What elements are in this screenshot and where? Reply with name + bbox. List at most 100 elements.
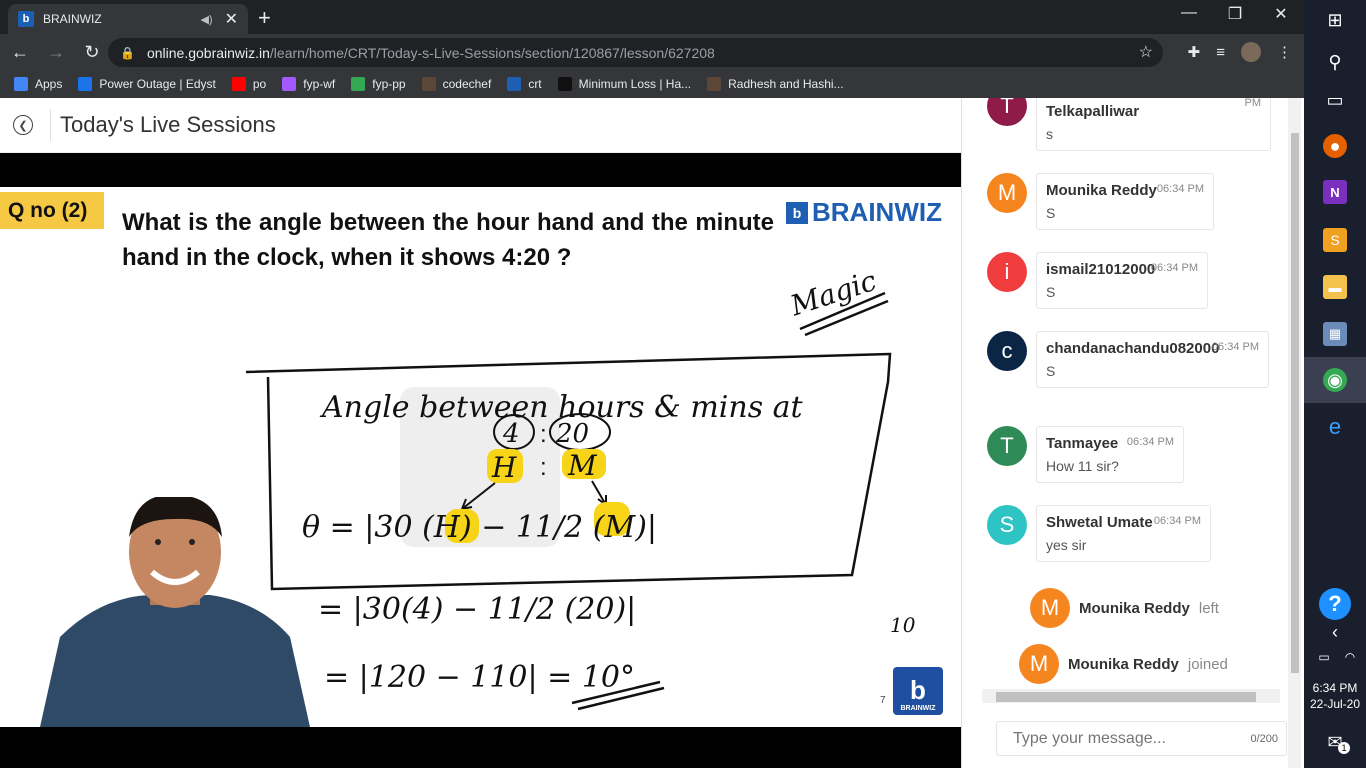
close-tab-icon[interactable]: ✕ [225,9,238,29]
edge-icon[interactable]: e [1323,414,1347,439]
speaker-icon[interactable]: ◀) [200,13,212,26]
back-icon[interactable]: ← [4,42,36,63]
tab-title: BRAINWIZ [43,12,102,26]
extension-area: ✚ ≡ ⋮ [1188,42,1292,62]
user-avatar: S [987,505,1027,545]
bookmark-label: Power Outage | Edyst [99,77,216,91]
bookmark-item[interactable]: Radhesh and Hashi... [707,77,844,91]
bookmark-item[interactable]: codechef [421,77,491,91]
message-sender: Telkapalliwar [1046,103,1140,120]
task-view-icon[interactable]: ▭ [1323,88,1347,112]
corner-logo-icon: b [910,675,926,705]
back-circle-icon[interactable]: ❮ [13,115,33,135]
arrow-m [591,480,607,506]
message-input[interactable] [1013,729,1233,748]
bookmark-item[interactable]: fyp-wf [282,77,335,91]
menu-kebab-icon[interactable]: ⋮ [1277,43,1292,61]
bookmark-label: po [252,77,267,91]
bookmark-label: Minimum Loss | Ha... [578,77,692,91]
chat-horizontal-scrollbar[interactable] [982,689,1280,703]
step-one: = |30(4) − 11/2 (20)| [318,592,636,627]
chat-message: T Tanmayee 06:34 PM How 11 sir? [987,426,1184,483]
bookmark-item[interactable]: crt [507,77,542,91]
message-time: 06:34 PM [1156,183,1204,195]
message-time: 06:34 PM [1153,515,1201,527]
message-text: S [1046,284,1056,300]
search-icon[interactable]: ⚲ [1323,50,1347,74]
bookmark-item[interactable]: po [231,77,267,91]
browser-tab[interactable]: b BRAINWIZ ◀) ✕ [8,4,248,34]
clock[interactable]: 6:34 PM 22-Jul-20 [1304,680,1366,712]
message-text: yes sir [1046,537,1087,553]
clock-date: 22-Jul-20 [1309,697,1361,711]
extensions-puzzle-icon[interactable]: ✚ [1188,43,1201,61]
message-text: How 11 sir? [1046,458,1119,474]
message-box[interactable]: 0/200 [996,721,1287,756]
bookmark-favicon-icon [707,77,722,91]
bookmark-star-icon[interactable]: ☆ [1139,42,1153,62]
system-message: M Mounika Reddy joined [1019,644,1228,684]
close-window-icon[interactable]: ✕ [1272,4,1290,24]
page-title: Today's Live Sessions [60,112,276,137]
new-tab-button[interactable]: + [258,5,271,31]
bookmark-label: fyp-pp [372,77,406,91]
windows-start-icon[interactable]: ⊞ [1323,8,1347,32]
media-queue-icon[interactable]: ≡ [1216,44,1225,61]
reload-icon[interactable]: ↻ [76,42,108,63]
address-bar[interactable]: 🔒 online.gobrainwiz.in/learn/home/CRT/To… [108,38,1163,67]
bookmark-favicon-icon [557,77,572,91]
window-controls: — ❐ ✕ [1180,4,1290,24]
bookmarks-bar: Apps Power Outage | Edyst po fyp-wf fyp-pp co… [0,70,1304,98]
help-icon[interactable]: ? [1319,588,1351,620]
bookmark-favicon-icon [351,77,366,91]
time-colon: : [540,421,547,448]
message-text: s [1046,126,1053,142]
header-divider [50,109,51,141]
chat-message: T Telkapalliwar PM s [987,98,1271,151]
chat-messages[interactable]: T Telkapalliwar PM s M Mounika Reddy 06:34 PM S… [962,98,1280,688]
calculator-icon[interactable]: ▦ [1323,322,1347,346]
message-time: 06:34 PM [1150,262,1198,274]
bookmark-item[interactable]: Minimum Loss | Ha... [557,77,692,91]
battery-icon[interactable]: ▭ [1312,645,1336,669]
file-explorer-icon[interactable]: ▬ [1323,275,1347,299]
step-two: = |120 − 110| = 10° [324,660,635,695]
label-h: H [491,451,517,484]
chat-hscroll-thumb[interactable] [996,692,1256,702]
chat-message: i ismail21012000 06:34 PM S [987,252,1208,309]
sublime-icon[interactable]: S [1323,228,1347,252]
bookmark-item[interactable]: Apps [14,77,62,91]
chrome-icon[interactable]: ◉ [1323,368,1347,392]
char-counter: 0/200 [1250,732,1278,745]
bookmark-item[interactable]: Power Outage | Edyst [78,77,216,91]
bookmark-favicon-icon [421,77,436,91]
restore-icon[interactable]: ❐ [1226,4,1244,24]
wifi-icon[interactable]: ◠ [1338,645,1362,669]
video-player[interactable]: Q no (2) What is the angle between the h… [0,153,961,768]
brainwiz-corner-logo: b BRAINWIZ [893,667,943,715]
user-avatar: T [987,426,1027,466]
profile-avatar[interactable] [1241,42,1261,62]
user-avatar: M [987,173,1027,213]
bookmark-item[interactable]: fyp-pp [351,77,406,91]
time-hour: 4 [502,419,520,449]
forward-icon[interactable]: → [40,42,72,63]
screen: b BRAINWIZ ◀) ✕ + — ❐ ✕ ← → ↻ 🔒 online.g… [0,0,1366,768]
chevron-left-icon[interactable]: ‹ [1323,620,1347,644]
user-avatar: T [987,98,1027,126]
firefox-icon[interactable]: ● [1323,134,1347,158]
label-m: M [567,449,598,482]
time-minute: 20 [555,419,589,449]
message-bubble: Shwetal Umate 06:34 PM yes sir [1036,505,1211,562]
system-user-name: Mounika Reddy [1079,599,1190,617]
system-action: joined [1187,655,1228,673]
chat-scroll-thumb[interactable] [1291,133,1299,673]
theta-formula: θ = |30 (H) − 11/2 (M)| [302,510,657,545]
message-bubble: Telkapalliwar PM s [1036,98,1271,151]
chat-vertical-scrollbar[interactable] [1288,98,1301,768]
onenote-icon[interactable]: N [1323,180,1347,204]
bookmark-label: fyp-wf [303,77,336,91]
message-bubble: Mounika Reddy 06:34 PM S [1036,173,1214,230]
minimize-icon[interactable]: — [1180,4,1198,24]
page: ❮ Today's Live Sessions Q no (2) What is… [0,98,1304,768]
